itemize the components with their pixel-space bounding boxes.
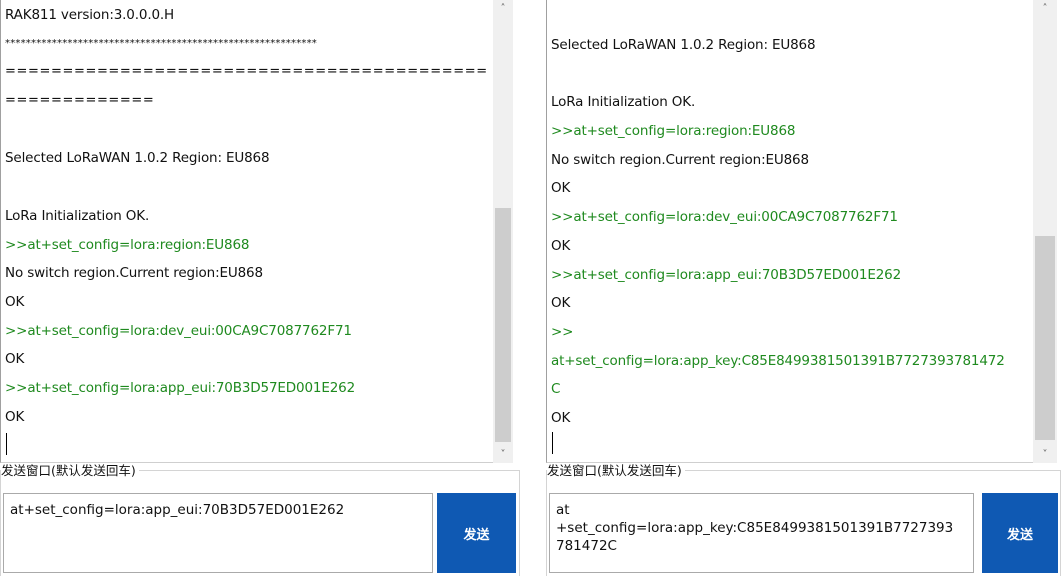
- log-line-command: >>at+set_config=lora:region:EU868: [551, 123, 796, 140]
- serial-terminal-right: Selected LoRaWAN 1.0.2 Region: EU868 LoRa…: [546, 0, 1061, 576]
- log-line: ****************************************…: [5, 37, 317, 49]
- log-line: No switch region.Current region:EU868: [5, 265, 263, 282]
- send-button[interactable]: 发送: [982, 493, 1058, 573]
- log-line: No switch region.Current region:EU868: [551, 151, 809, 168]
- log-line-command: >>at+set_config=lora:region:EU868: [5, 236, 250, 253]
- log-line: OK: [551, 237, 571, 254]
- log-line: RAK811 version:3.0.0.0.H: [5, 7, 175, 23]
- log-line-command: >>at+set_config=lora:app_eui:70B3D57ED00…: [5, 379, 356, 396]
- log-line: Selected LoRaWAN 1.0.2 Region: EU868: [551, 37, 816, 53]
- log-line: OK: [5, 351, 25, 368]
- chevron-up-icon[interactable]: ˄: [1033, 0, 1057, 17]
- send-button[interactable]: 发送: [437, 493, 516, 573]
- log-line: OK: [551, 409, 571, 426]
- send-input[interactable]: at+set_config=lora:app_eui:70B3D57ED001E…: [3, 493, 433, 573]
- log-scrollbar[interactable]: ˄ ˅: [1033, 0, 1057, 463]
- send-window-group: 发送窗口(默认发送回车) at+set_config=lora:app_eui:…: [0, 463, 520, 576]
- receive-log[interactable]: Selected LoRaWAN 1.0.2 Region: EU868 LoRa…: [546, 0, 1033, 463]
- log-lines: Selected LoRaWAN 1.0.2 Region: EU868 LoRa…: [551, 31, 1033, 433]
- send-window-group: 发送窗口(默认发送回车) at +set_config=lora:app_key…: [546, 463, 1061, 576]
- log-line-command: C: [551, 381, 561, 398]
- log-line: ========================================…: [5, 64, 488, 80]
- log-line-command: >>: [551, 323, 574, 340]
- send-window-label: 发送窗口(默认发送回车): [1, 463, 139, 479]
- chevron-down-icon[interactable]: ˅: [493, 446, 513, 463]
- log-line-command: >>at+set_config=lora:dev_eui:00CA9C70877…: [551, 209, 898, 226]
- send-window-label: 发送窗口(默认发送回车): [547, 463, 685, 479]
- send-input[interactable]: at +set_config=lora:app_key:C85E84993815…: [549, 493, 974, 573]
- log-lines: RAK811 version:3.0.0.0.H ****************…: [5, 1, 493, 431]
- log-line: =============: [5, 93, 155, 109]
- panel-divider: [520, 0, 546, 576]
- log-line: OK: [5, 293, 25, 310]
- serial-terminal-left: RAK811 version:3.0.0.0.H ****************…: [0, 0, 520, 576]
- chevron-down-icon[interactable]: ˅: [1033, 446, 1057, 463]
- receive-log[interactable]: RAK811 version:3.0.0.0.H ****************…: [0, 0, 493, 463]
- log-line: LoRa Initialization OK.: [551, 94, 696, 111]
- log-line-command: >>at+set_config=lora:dev_eui:00CA9C70877…: [5, 322, 352, 339]
- scroll-thumb[interactable]: [495, 208, 511, 442]
- log-line: OK: [551, 295, 571, 312]
- scroll-thumb[interactable]: [1035, 236, 1055, 440]
- log-line-command: at+set_config=lora:app_key:C85E849938150…: [551, 352, 1005, 369]
- log-scrollbar[interactable]: ˄ ˅: [493, 0, 513, 463]
- text-caret: [552, 432, 553, 454]
- log-line: OK: [5, 408, 25, 425]
- log-line-command: >>at+set_config=lora:app_eui:70B3D57ED00…: [551, 266, 902, 283]
- chevron-up-icon[interactable]: ˄: [493, 0, 513, 17]
- log-line: Selected LoRaWAN 1.0.2 Region: EU868: [5, 150, 270, 167]
- log-line: OK: [551, 180, 571, 197]
- log-line: LoRa Initialization OK.: [5, 207, 150, 224]
- text-caret: [6, 433, 7, 455]
